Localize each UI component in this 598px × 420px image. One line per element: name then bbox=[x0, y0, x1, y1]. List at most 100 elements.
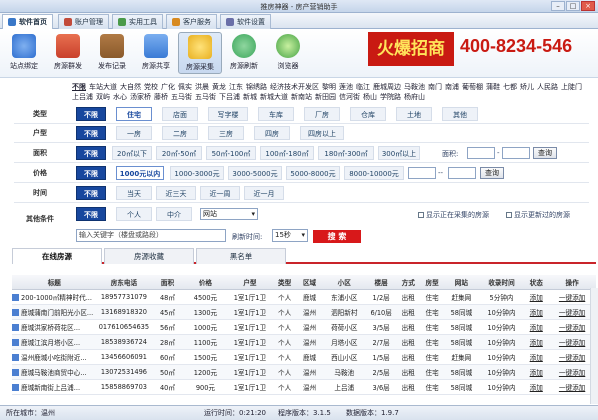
ad-banner[interactable]: 火爆招商 400-8234-546 bbox=[368, 32, 596, 66]
district-item[interactable]: 新田园 bbox=[315, 93, 336, 101]
district-item[interactable]: 下吕浦 bbox=[219, 93, 240, 101]
column-header[interactable]: 价格 bbox=[183, 275, 228, 290]
area-query-button[interactable]: 查询 bbox=[533, 147, 557, 159]
district-item[interactable]: 七都 bbox=[503, 83, 517, 91]
table-row[interactable]: 鹿城蒲南门前阳光小区... 13168918320 45㎡ 1300元 1室1厅1卫 个人… bbox=[12, 304, 596, 320]
district-item[interactable]: 蒲鞋 bbox=[486, 83, 500, 91]
listing-title[interactable]: 鹿城马鞍池商贸中心... bbox=[12, 364, 97, 380]
toolbar-browser[interactable]: 浏览器 bbox=[266, 32, 310, 74]
type-option[interactable]: 土地 bbox=[396, 107, 432, 121]
table-row[interactable]: 鹿城洪家桥荷花区... 017610654635 56㎡ 1000元 1室1厅1卫 个人温… bbox=[12, 319, 596, 335]
close-button[interactable]: × bbox=[581, 1, 595, 11]
other-option[interactable]: 中介 bbox=[156, 207, 192, 221]
one-click-add-link[interactable]: 一键添加 bbox=[548, 364, 596, 380]
price-option[interactable]: 1000元以内 bbox=[116, 166, 164, 180]
price-option[interactable]: 5000-8000元 bbox=[286, 166, 340, 180]
layout-option[interactable]: 四房 bbox=[254, 126, 290, 140]
listing-title[interactable]: 温州鹿城小吃街附近... bbox=[12, 349, 97, 365]
price-query-button[interactable]: 查询 bbox=[480, 167, 504, 179]
column-header[interactable]: 状态 bbox=[524, 275, 549, 290]
table-row[interactable]: 温州鹿城小吃街附近... 13456606091 60㎡ 1500元 1室1厅1卫 个人鹿… bbox=[12, 349, 596, 365]
minimize-button[interactable]: – bbox=[551, 1, 565, 11]
type-option[interactable]: 写字楼 bbox=[208, 107, 248, 121]
area-max-input[interactable] bbox=[502, 147, 530, 159]
district-item[interactable]: 江东 bbox=[229, 83, 243, 91]
type-option[interactable]: 其他 bbox=[442, 107, 478, 121]
district-item[interactable]: 新城 bbox=[243, 93, 257, 101]
tab-settings[interactable]: 软件设置 bbox=[220, 14, 271, 29]
tab-blacklist[interactable]: 黑名单 bbox=[196, 248, 286, 264]
table-row[interactable]: 鹿城新南街上吕浦... 15858869703 40㎡ 900元 1室1厅1卫 个人 温州上… bbox=[12, 379, 596, 395]
district-item[interactable]: 大自然 bbox=[120, 83, 141, 91]
district-item[interactable]: 南浦 bbox=[445, 83, 459, 91]
district-all[interactable]: 不限 bbox=[72, 83, 86, 91]
district-item[interactable]: 南门 bbox=[428, 83, 442, 91]
price-option[interactable]: 8000-10000元 bbox=[344, 166, 404, 180]
district-item[interactable]: 黎明 bbox=[322, 83, 336, 91]
show-updated-checkbox[interactable]: 显示更新过的房源 bbox=[506, 210, 570, 220]
district-item[interactable]: 黄龙 bbox=[212, 83, 226, 91]
district-item[interactable]: 洪晨 bbox=[195, 83, 209, 91]
price-max-input[interactable] bbox=[448, 167, 476, 179]
refresh-time-select[interactable]: 15秒 ▾ bbox=[272, 229, 308, 242]
site-select[interactable]: 网站 ▾ bbox=[200, 208, 258, 220]
district-item[interactable]: 临江 bbox=[356, 83, 370, 91]
show-collecting-checkbox[interactable]: 显示正在采集的房源 bbox=[418, 210, 489, 220]
toolbar-share[interactable]: 房源共享 bbox=[134, 32, 178, 74]
district-item[interactable]: 杨府山 bbox=[404, 93, 425, 101]
toolbar-site-binding[interactable]: 站点绑定 bbox=[2, 32, 46, 74]
column-header[interactable]: 面积 bbox=[151, 275, 184, 290]
district-item[interactable]: 汤家桥 bbox=[130, 93, 151, 101]
status-add-link[interactable]: 添加 bbox=[524, 379, 549, 395]
status-add-link[interactable]: 添加 bbox=[524, 319, 549, 335]
table-row[interactable]: 鹿城江滨月塔小区... 18538936724 28㎡ 1100元 1室1厅1卫 个人 温州… bbox=[12, 334, 596, 350]
district-item[interactable]: 鹿城周边 bbox=[373, 83, 401, 91]
listing-title[interactable]: 鹿城洪家桥荷花区... bbox=[12, 319, 97, 335]
one-click-add-link[interactable]: 一键添加 bbox=[548, 379, 596, 395]
column-header[interactable]: 户型 bbox=[227, 275, 273, 290]
layout-option[interactable]: 三房 bbox=[208, 126, 244, 140]
type-option[interactable]: 仓库 bbox=[350, 107, 386, 121]
district-item[interactable]: 矫儿 bbox=[520, 83, 534, 91]
price-option[interactable]: 1000-3000元 bbox=[170, 166, 224, 180]
district-item[interactable]: 五马街 bbox=[195, 93, 216, 101]
area-min-input[interactable] bbox=[467, 147, 495, 159]
toolbar-collect[interactable]: 房源采集 bbox=[178, 32, 222, 74]
district-item[interactable]: 经济技术开发区 bbox=[270, 83, 319, 91]
status-add-link[interactable]: 添加 bbox=[524, 334, 549, 350]
area-option[interactable]: 20㎡以下 bbox=[112, 146, 152, 160]
area-option[interactable]: 180㎡-300㎡ bbox=[318, 146, 374, 160]
column-header[interactable]: 楼层 bbox=[365, 275, 397, 290]
district-item[interactable]: 新城大道 bbox=[260, 93, 288, 101]
column-header[interactable]: 类型 bbox=[272, 275, 297, 290]
type-option[interactable]: 店面 bbox=[162, 107, 198, 121]
other-option[interactable]: 不限 bbox=[76, 207, 106, 221]
district-item[interactable]: 锦绣路 bbox=[246, 83, 267, 91]
time-option[interactable]: 当天 bbox=[116, 186, 152, 200]
layout-option[interactable]: 不限 bbox=[76, 126, 106, 140]
tab-favorites[interactable]: 房源收藏 bbox=[104, 248, 194, 264]
other-option[interactable]: 个人 bbox=[116, 207, 152, 221]
layout-option[interactable]: 一房 bbox=[116, 126, 152, 140]
district-item[interactable]: 上吕浦 bbox=[72, 93, 93, 101]
column-header[interactable]: 标题 bbox=[12, 275, 97, 290]
type-option[interactable]: 厂房 bbox=[304, 107, 340, 121]
toolbar-mass-post[interactable]: 房源群发 bbox=[46, 32, 90, 74]
price-option[interactable]: 不限 bbox=[76, 166, 106, 180]
district-item[interactable]: 车站大道 bbox=[89, 83, 117, 91]
one-click-add-link[interactable]: 一键添加 bbox=[548, 304, 596, 320]
district-item[interactable]: 上陡门 bbox=[561, 83, 582, 91]
listing-title[interactable]: 鹿城蒲南门前阳光小区... bbox=[12, 304, 97, 320]
column-header[interactable]: 收录时间 bbox=[478, 275, 525, 290]
column-header[interactable]: 网站 bbox=[444, 275, 479, 290]
district-item[interactable]: 双屿 bbox=[96, 93, 110, 101]
type-option[interactable]: 不限 bbox=[76, 107, 106, 121]
column-header[interactable]: 方式 bbox=[396, 275, 421, 290]
time-option[interactable]: 近三天 bbox=[156, 186, 196, 200]
column-header[interactable]: 房东电话 bbox=[96, 275, 152, 290]
listing-title[interactable]: 200-1000㎡精神时代... bbox=[12, 289, 97, 305]
one-click-add-link[interactable]: 一键添加 bbox=[548, 334, 596, 350]
column-header[interactable]: 小区 bbox=[322, 275, 366, 290]
maximize-button[interactable]: □ bbox=[566, 1, 580, 11]
table-row[interactable]: 200-1000㎡精神时代... 18957731079 48㎡ 4500元 1室1厅1… bbox=[12, 289, 596, 305]
